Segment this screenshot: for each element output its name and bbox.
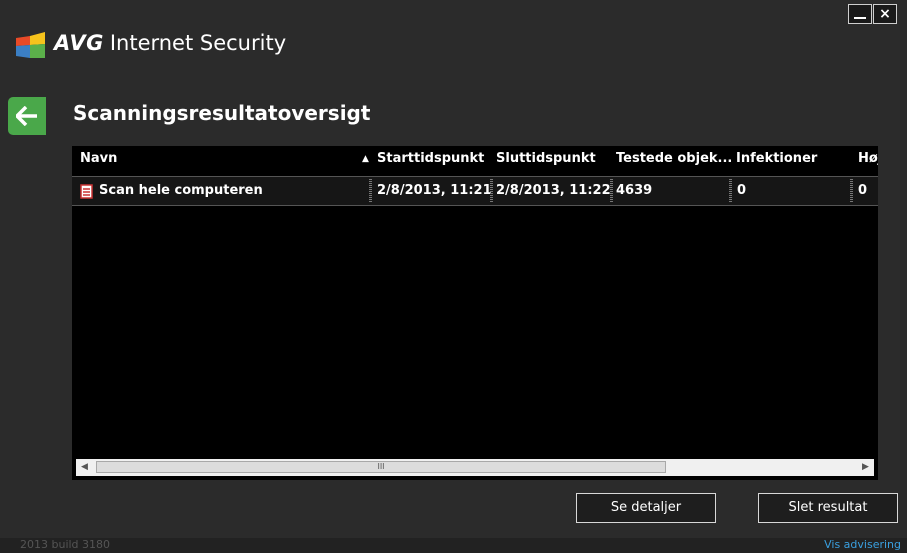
scan-results-table: Navn ▲ Starttidspunkt Sluttidspunkt Test… bbox=[72, 146, 878, 480]
page-title: Scanningsresultatoversigt bbox=[73, 101, 371, 125]
column-divider bbox=[369, 179, 372, 203]
brand-name: AVG bbox=[54, 31, 104, 55]
horizontal-scrollbar[interactable]: ◀ III ▶ bbox=[76, 459, 874, 476]
column-divider bbox=[610, 179, 613, 203]
cell-tested: 4639 bbox=[616, 183, 653, 198]
cell-infections: 0 bbox=[737, 183, 747, 198]
view-details-button[interactable]: Se detaljer bbox=[576, 493, 716, 523]
main-window: AVG Internet Security × Scanningsresultat… bbox=[0, 0, 907, 553]
column-header-high[interactable]: Høj bbox=[858, 146, 878, 172]
minimize-button[interactable] bbox=[848, 4, 872, 24]
scroll-right-button[interactable]: ▶ bbox=[857, 459, 874, 476]
cell-end: 2/8/2013, 11:22 bbox=[496, 183, 611, 198]
column-divider bbox=[729, 179, 732, 203]
back-button[interactable] bbox=[8, 97, 46, 135]
table-row[interactable]: Scan hele computeren 2/8/2013, 11:21 2/8… bbox=[72, 176, 878, 206]
version-label: 2013 build 3180 bbox=[20, 538, 111, 551]
cell-high: 0 bbox=[858, 183, 868, 198]
column-header-infections[interactable]: Infektioner bbox=[736, 146, 846, 172]
cell-start: 2/8/2013, 11:21 bbox=[377, 183, 492, 198]
column-header-name[interactable]: Navn bbox=[80, 146, 350, 172]
column-divider bbox=[490, 179, 493, 203]
scan-report-icon bbox=[80, 184, 93, 199]
close-icon: × bbox=[879, 6, 891, 22]
scroll-left-button[interactable]: ◀ bbox=[76, 459, 93, 476]
column-header-start[interactable]: Starttidspunkt bbox=[377, 146, 492, 172]
avg-logo-icon bbox=[16, 32, 45, 58]
scrollbar-grip: III bbox=[377, 462, 385, 471]
column-header-tested[interactable]: Testede objek... bbox=[616, 146, 734, 172]
cell-name: Scan hele computeren bbox=[99, 183, 263, 198]
app-title: AVG Internet Security bbox=[54, 31, 286, 55]
delete-result-button[interactable]: Slet resultat bbox=[758, 493, 898, 523]
column-divider bbox=[850, 179, 853, 203]
minimize-icon bbox=[854, 17, 866, 19]
show-notification-link[interactable]: Vis advisering bbox=[824, 538, 901, 551]
arrow-left-icon bbox=[16, 106, 37, 126]
scrollbar-thumb[interactable]: III bbox=[96, 461, 666, 473]
status-bar: 2013 build 3180 Vis advisering bbox=[0, 538, 907, 553]
column-header-end[interactable]: Sluttidspunkt bbox=[496, 146, 606, 172]
sort-ascending-icon: ▲ bbox=[362, 154, 369, 164]
table-header: Navn ▲ Starttidspunkt Sluttidspunkt Test… bbox=[72, 146, 878, 172]
title-bar: AVG Internet Security × bbox=[0, 0, 907, 80]
product-name: Internet Security bbox=[109, 31, 287, 55]
close-button[interactable]: × bbox=[873, 4, 897, 24]
